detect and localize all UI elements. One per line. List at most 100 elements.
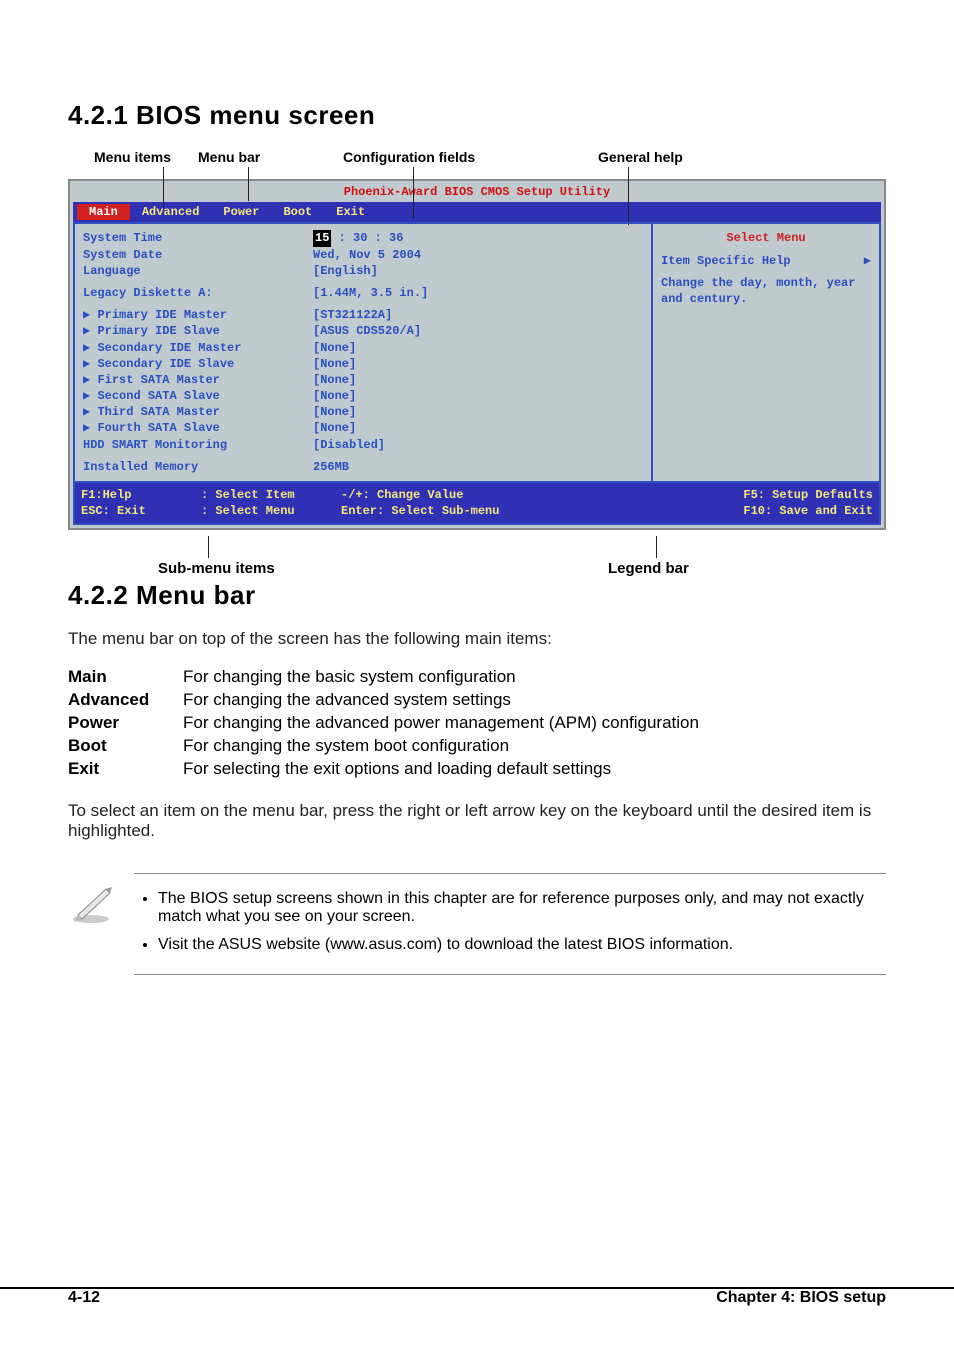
submenu-item[interactable]: ▶ First SATA Master bbox=[83, 372, 283, 388]
pointer-line bbox=[248, 167, 249, 201]
bios-tab-advanced[interactable]: Advanced bbox=[130, 204, 212, 220]
bios-tab-exit[interactable]: Exit bbox=[324, 204, 377, 220]
legend-change-value: -/+: Change Value bbox=[341, 487, 581, 503]
legend-f1: F1:Help bbox=[81, 487, 201, 503]
pointer-line bbox=[163, 167, 164, 207]
field-value: 256MB bbox=[283, 459, 643, 475]
field-label: System Time bbox=[83, 230, 283, 246]
submenu-item[interactable]: ▶ Primary IDE Master bbox=[83, 307, 283, 323]
note-box: The BIOS setup screens shown in this cha… bbox=[68, 873, 886, 975]
field-value: [None] bbox=[283, 404, 643, 420]
def-term-power: Power bbox=[68, 713, 183, 733]
bios-tab-boot[interactable]: Boot bbox=[271, 204, 324, 220]
field-label: HDD SMART Monitoring bbox=[83, 437, 283, 453]
field-value[interactable]: 15 : 30 : 36 bbox=[283, 230, 643, 246]
legend-setup-defaults: F5: Setup Defaults bbox=[581, 487, 873, 503]
def-term-exit: Exit bbox=[68, 759, 183, 779]
arrow-icon: ▶ bbox=[864, 253, 871, 269]
bios-tab-main[interactable]: Main bbox=[77, 204, 130, 220]
field-value[interactable]: [1.44M, 3.5 in.] bbox=[283, 285, 643, 301]
field-value[interactable]: [English] bbox=[283, 263, 643, 279]
def-term-advanced: Advanced bbox=[68, 690, 183, 710]
field-label: Legacy Diskette A: bbox=[83, 285, 283, 301]
pointer-line bbox=[208, 536, 209, 558]
def-desc: For changing the advanced power manageme… bbox=[183, 713, 886, 733]
arrow-icon: ▶ bbox=[83, 373, 97, 387]
def-term-boot: Boot bbox=[68, 736, 183, 756]
label-legend-bar: Legend bar bbox=[608, 560, 689, 577]
note-item: The BIOS setup screens shown in this cha… bbox=[158, 890, 882, 926]
bios-left-panel: System Time15 : 30 : 36 System DateWed, … bbox=[73, 222, 651, 483]
arrow-icon: ▶ bbox=[83, 405, 97, 419]
submenu-item[interactable]: ▶ Fourth SATA Slave bbox=[83, 420, 283, 436]
help-title: Select Menu bbox=[661, 230, 871, 246]
bios-help-panel: Select Menu Item Specific Help▶ Change t… bbox=[651, 222, 881, 483]
def-desc: For changing the advanced system setting… bbox=[183, 690, 886, 710]
help-text: Change the day, month, year and century. bbox=[661, 275, 871, 307]
field-label: Primary IDE Master bbox=[97, 308, 227, 322]
def-desc: For selecting the exit options and loadi… bbox=[183, 759, 886, 779]
heading-421: 4.2.1 BIOS menu screen bbox=[68, 100, 886, 131]
field-value: [None] bbox=[283, 372, 643, 388]
page-footer: 4-12 Chapter 4: BIOS setup bbox=[0, 1289, 954, 1317]
label-config: Configuration fields bbox=[343, 149, 475, 165]
field-label: Second SATA Slave bbox=[97, 389, 219, 403]
page-number: 4-12 bbox=[68, 1289, 100, 1317]
time-hour-selected[interactable]: 15 bbox=[313, 230, 331, 246]
bios-bottom-labels: Sub-menu items Legend bar bbox=[68, 536, 886, 580]
chapter-title: Chapter 4: BIOS setup bbox=[716, 1289, 886, 1317]
field-value[interactable]: [Disabled] bbox=[283, 437, 643, 453]
submenu-item[interactable]: ▶ Third SATA Master bbox=[83, 404, 283, 420]
bios-screenshot: Phoenix-Award BIOS CMOS Setup Utility Ma… bbox=[68, 179, 886, 530]
arrow-icon: ▶ bbox=[83, 421, 97, 435]
field-value: [None] bbox=[283, 356, 643, 372]
submenu-item[interactable]: ▶ Secondary IDE Slave bbox=[83, 356, 283, 372]
arrow-icon: ▶ bbox=[83, 324, 97, 338]
pointer-line bbox=[628, 167, 629, 225]
field-value[interactable]: Wed, Nov 5 2004 bbox=[283, 247, 643, 263]
bios-tab-power[interactable]: Power bbox=[211, 204, 271, 220]
bios-title: Phoenix-Award BIOS CMOS Setup Utility bbox=[73, 184, 881, 202]
submenu-item[interactable]: ▶ Primary IDE Slave bbox=[83, 323, 283, 339]
label-menuitems: Menu items bbox=[94, 149, 171, 165]
bios-top-labels: Menu items Menu bar Configuration fields… bbox=[68, 149, 886, 175]
arrow-icon: ▶ bbox=[83, 389, 97, 403]
help-subtitle: Item Specific Help▶ bbox=[661, 253, 871, 269]
label-menubar: Menu bar bbox=[198, 149, 260, 165]
select-instruction: To select an item on the menu bar, press… bbox=[68, 801, 886, 841]
pointer-line bbox=[413, 167, 414, 219]
legend-select-item: : Select Item bbox=[201, 487, 341, 503]
legend-save-exit: F10: Save and Exit bbox=[581, 503, 873, 519]
label-general: General help bbox=[598, 149, 683, 165]
menubar-intro: The menu bar on top of the screen has th… bbox=[68, 629, 886, 649]
legend-select-submenu: Enter: Select Sub-menu bbox=[341, 503, 581, 519]
bios-legend-bar: F1:HelpESC: Exit : Select Item: Select M… bbox=[73, 483, 881, 525]
field-label: System Date bbox=[83, 247, 283, 263]
def-desc: For changing the system boot configurati… bbox=[183, 736, 886, 756]
field-label: Primary IDE Slave bbox=[97, 324, 219, 338]
field-label: Fourth SATA Slave bbox=[97, 421, 219, 435]
field-label: Secondary IDE Master bbox=[97, 341, 241, 355]
pointer-line bbox=[656, 536, 657, 558]
arrow-icon: ▶ bbox=[83, 357, 97, 371]
field-label: Language bbox=[83, 263, 283, 279]
legend-esc: ESC: Exit bbox=[81, 503, 201, 519]
field-value: [ASUS CDS520/A] bbox=[283, 323, 643, 339]
arrow-icon: ▶ bbox=[83, 308, 97, 322]
submenu-item[interactable]: ▶ Secondary IDE Master bbox=[83, 340, 283, 356]
note-item: Visit the ASUS website (www.asus.com) to… bbox=[158, 936, 882, 954]
field-label: Third SATA Master bbox=[97, 405, 219, 419]
bios-menubar: Main Advanced Power Boot Exit bbox=[73, 202, 881, 222]
arrow-icon: ▶ bbox=[83, 341, 97, 355]
note-icon bbox=[68, 873, 114, 930]
field-value: [None] bbox=[283, 388, 643, 404]
time-rest: : 30 : 36 bbox=[331, 231, 403, 245]
field-label: First SATA Master bbox=[97, 373, 219, 387]
label-submenu-items: Sub-menu items bbox=[158, 560, 275, 577]
def-term-main: Main bbox=[68, 667, 183, 687]
field-label: Secondary IDE Slave bbox=[97, 357, 234, 371]
submenu-item[interactable]: ▶ Second SATA Slave bbox=[83, 388, 283, 404]
field-value: [None] bbox=[283, 420, 643, 436]
heading-422: 4.2.2 Menu bar bbox=[68, 580, 886, 611]
def-desc: For changing the basic system configurat… bbox=[183, 667, 886, 687]
